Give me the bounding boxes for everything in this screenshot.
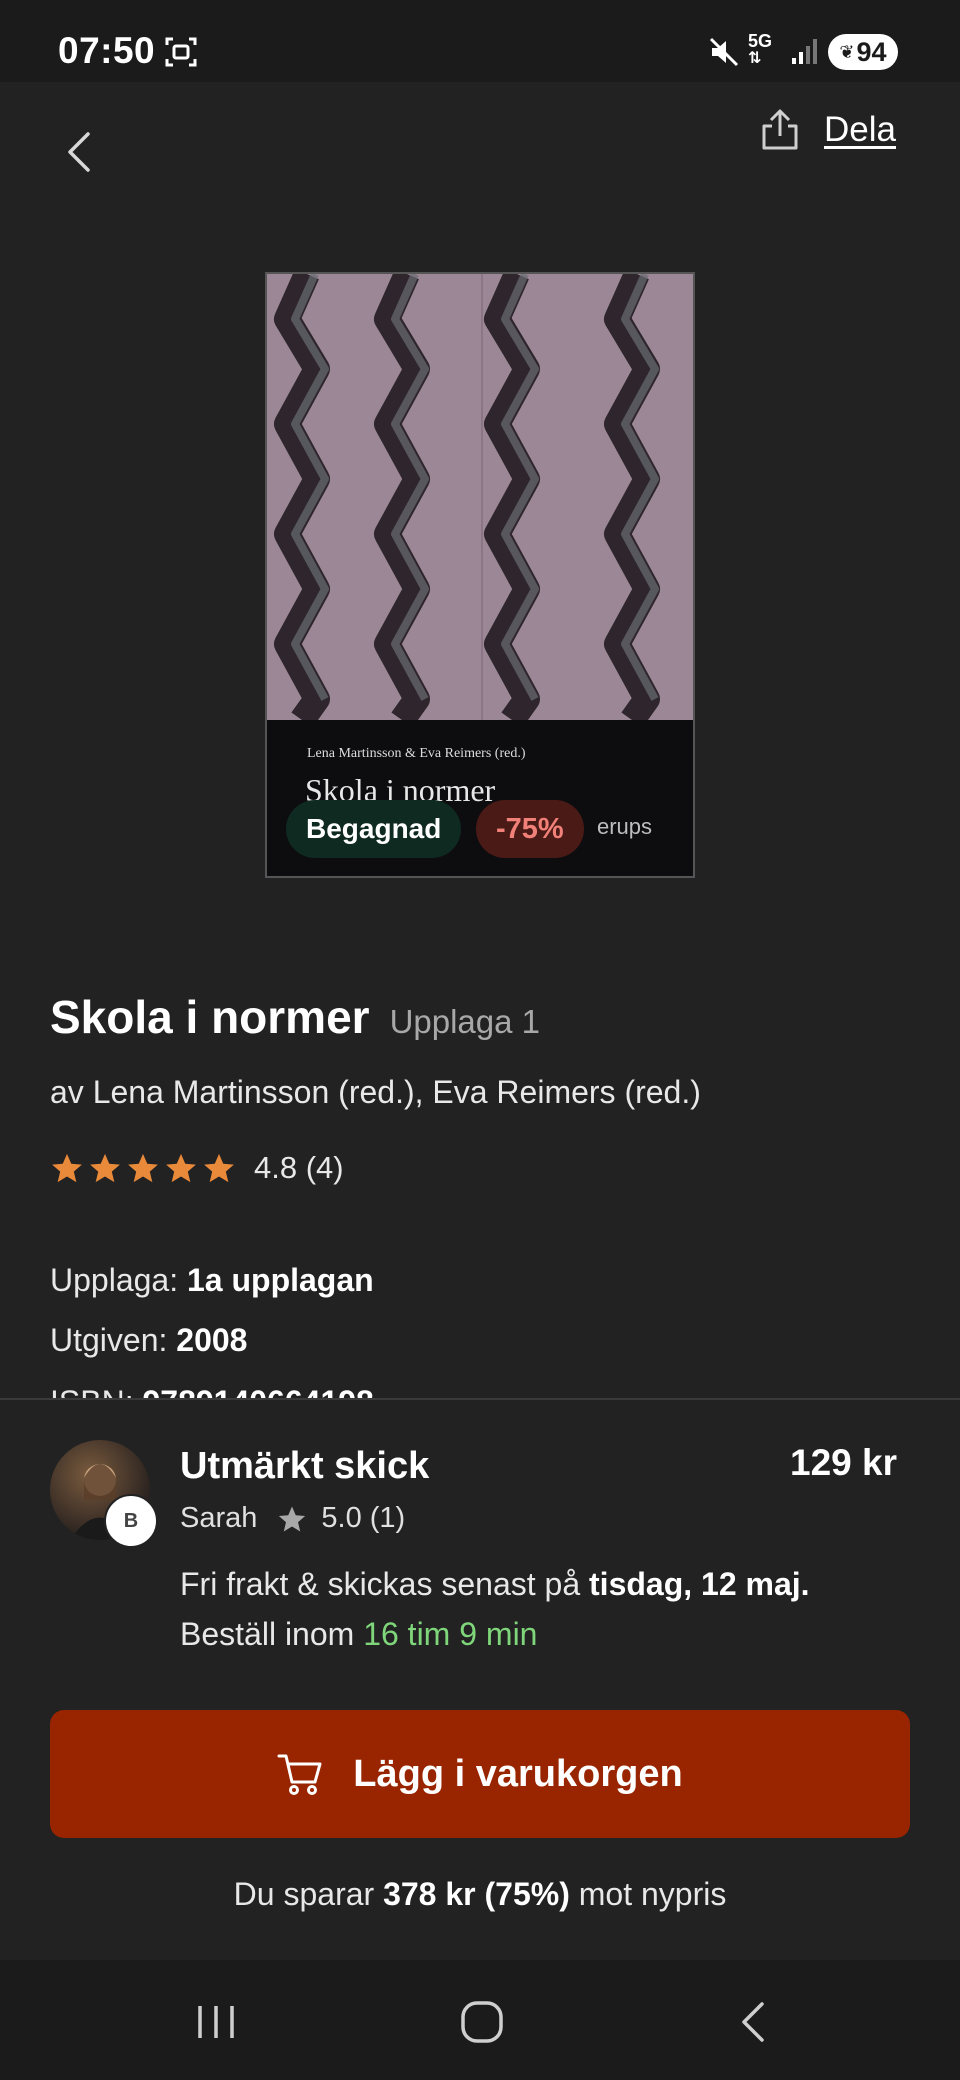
rating-row[interactable]: 4.8 (4) xyxy=(50,1150,344,1186)
mute-icon xyxy=(709,37,739,67)
share-icon xyxy=(762,109,798,150)
meta-published: Utgiven: 2008 xyxy=(50,1322,248,1358)
condition-label: Utmärkt skick xyxy=(180,1445,430,1487)
network-5g-icon: 5G ⇅ xyxy=(748,31,773,67)
star-icon xyxy=(279,1506,306,1531)
seller-name: Sarah xyxy=(180,1502,258,1534)
system-back-icon[interactable] xyxy=(736,2000,770,2044)
star-icon xyxy=(128,1153,158,1183)
share-button[interactable]: Dela xyxy=(760,100,896,160)
seller-rating: 5.0 (1) xyxy=(321,1502,406,1534)
recent-apps-icon[interactable] xyxy=(194,2000,238,2044)
add-to-cart-button[interactable]: Lägg i varukorgen xyxy=(50,1710,910,1838)
star-icon xyxy=(90,1153,120,1183)
savings-text: Du sparar 378 kr (75%) mot nypris xyxy=(233,1876,727,1912)
product-title: Skola i normer xyxy=(50,991,370,1043)
star-icon xyxy=(52,1153,82,1183)
edition-tag: Upplaga 1 xyxy=(389,1003,541,1040)
cover-authors: Lena Martinsson & Eva Reimers (red.) xyxy=(307,746,526,761)
shipping-info: Fri frakt & skickas senast på tisdag, 12… xyxy=(180,1566,810,1602)
star-icon xyxy=(166,1153,196,1183)
meta-edition: Upplaga: 1a upplagan xyxy=(50,1262,374,1298)
product-authors[interactable]: av Lena Martinsson (red.), Eva Reimers (… xyxy=(50,1074,701,1111)
discount-badge: -75% xyxy=(476,800,584,858)
home-icon[interactable] xyxy=(460,2000,504,2044)
signal-icon xyxy=(792,39,817,64)
leaf-icon: ❦ xyxy=(839,41,855,62)
meta-isbn: ISBN: 9789140664198 xyxy=(50,1384,374,1398)
screenshot-icon xyxy=(165,37,197,67)
seller-verified-badge: B xyxy=(104,1494,158,1548)
battery-indicator: ❦ 94 xyxy=(828,34,898,70)
back-icon[interactable] xyxy=(60,130,100,174)
star-icon xyxy=(204,1153,234,1183)
add-to-cart-label: Lägg i varukorgen xyxy=(353,1752,683,1795)
share-label[interactable]: Dela xyxy=(824,110,896,150)
cart-icon xyxy=(277,1754,322,1795)
used-badge: Begagnad xyxy=(286,800,462,858)
order-deadline: Beställ inom 16 tim 9 min xyxy=(180,1616,538,1652)
rating-stars xyxy=(50,1151,236,1185)
title-row: Skola i normer Upplaga 1 xyxy=(50,990,540,1044)
cover-publisher: erups xyxy=(597,814,653,839)
book-cover-image[interactable]: Lena Martinsson & Eva Reimers (red.) Sko… xyxy=(265,272,695,878)
rating-text: 4.8 (4) xyxy=(254,1150,344,1185)
status-time: 07:50 xyxy=(58,30,156,71)
cover-pattern xyxy=(267,274,693,720)
price: 129 kr xyxy=(790,1442,897,1483)
seller-info[interactable]: Sarah 5.0 (1) xyxy=(180,1502,405,1535)
